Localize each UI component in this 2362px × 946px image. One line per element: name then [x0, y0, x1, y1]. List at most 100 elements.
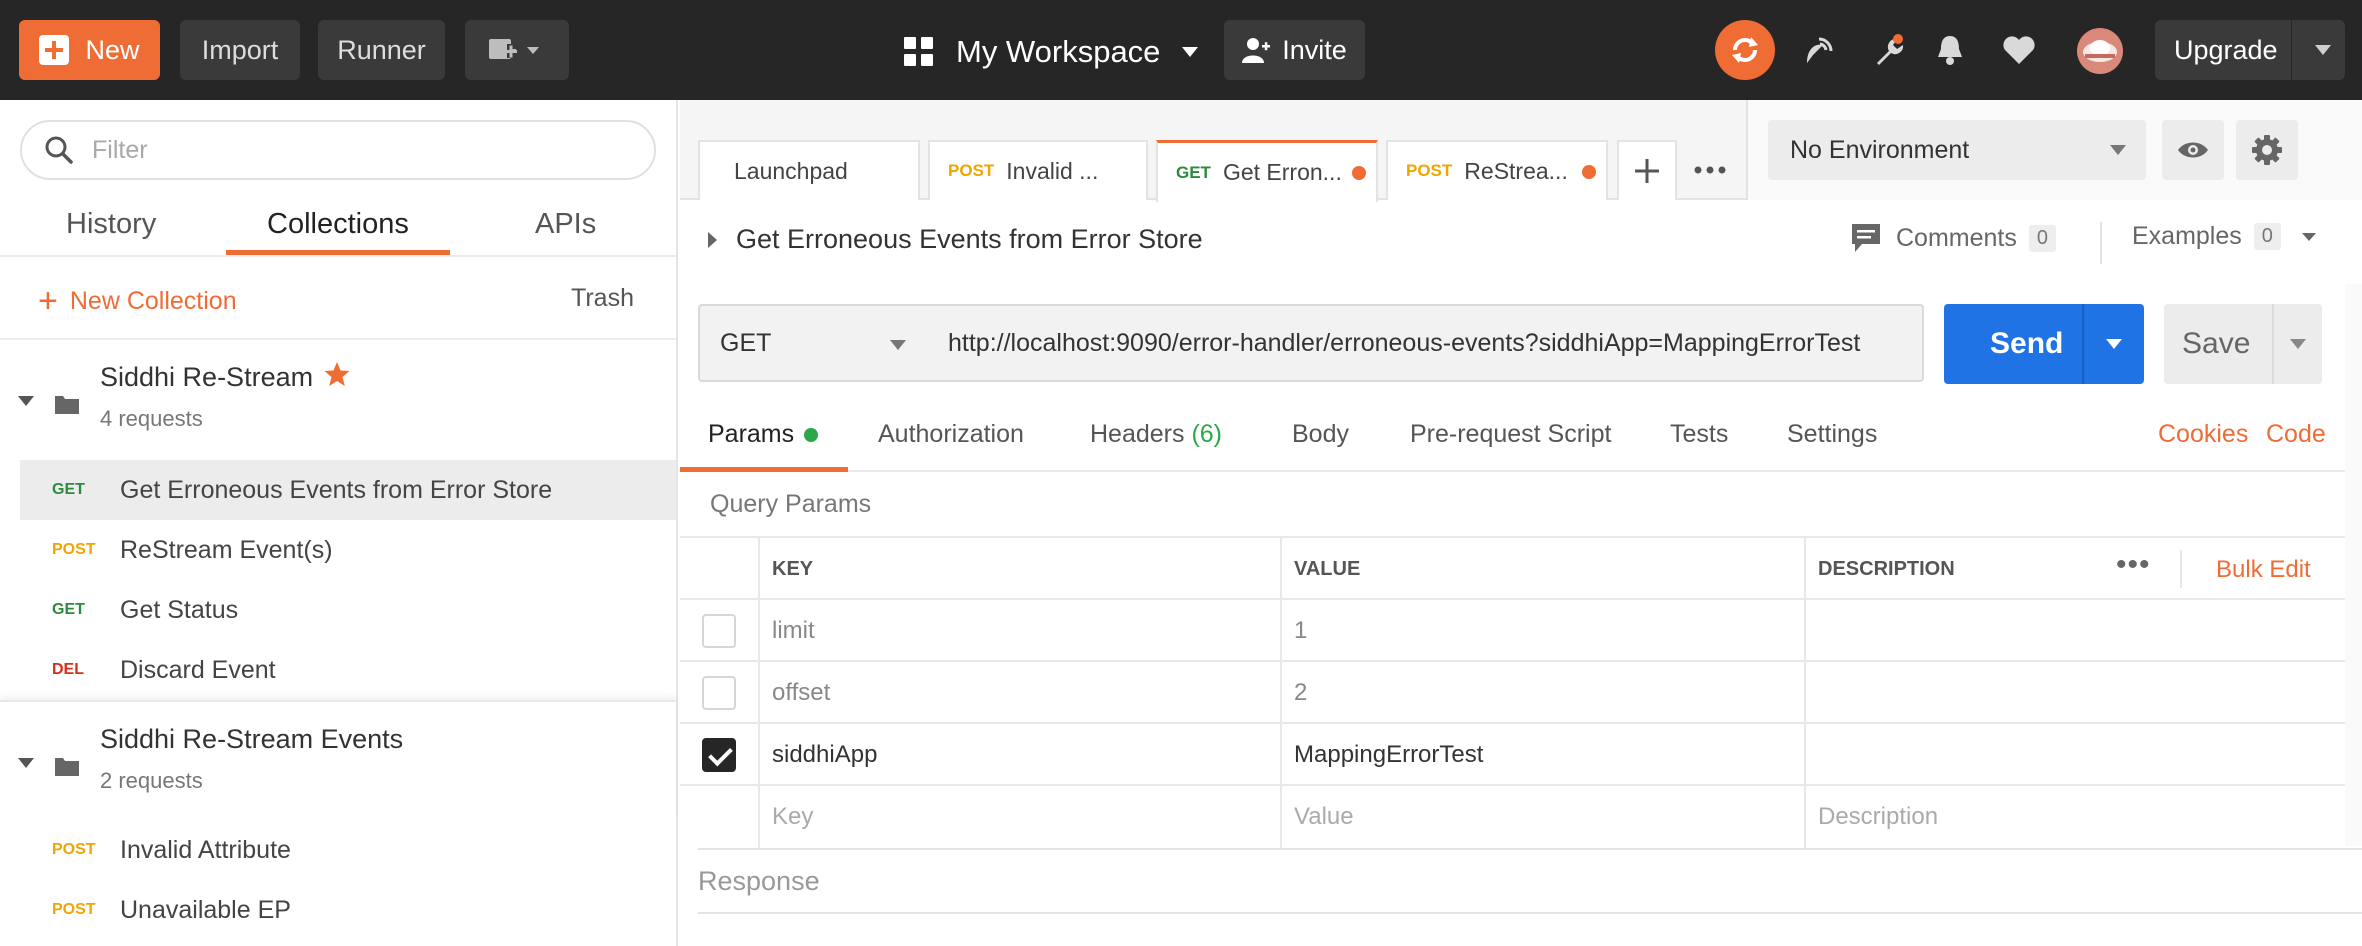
caret-down-icon[interactable]: [18, 396, 34, 406]
request-name: Unavailable EP: [120, 895, 291, 924]
new-description-input[interactable]: Description: [1806, 786, 2345, 848]
chevron-down-icon[interactable]: [2290, 339, 2306, 349]
environment-name: No Environment: [1790, 135, 1970, 164]
star-icon[interactable]: [323, 360, 351, 388]
param-description[interactable]: [1806, 662, 2345, 724]
filter-input[interactable]: Filter: [20, 120, 656, 180]
save-button[interactable]: Save: [2164, 304, 2322, 384]
trash-button[interactable]: Trash: [571, 284, 634, 313]
column-header-description-label: DESCRIPTION: [1818, 557, 1955, 580]
new-button[interactable]: New: [19, 20, 160, 80]
table-row: siddhiApp MappingErrorTest: [680, 722, 2345, 786]
method-badge: DEL: [52, 661, 84, 678]
wrench-icon[interactable]: [1868, 30, 1908, 70]
row-checkbox[interactable]: [702, 676, 736, 710]
more-icon[interactable]: •••: [2116, 550, 2151, 580]
bulk-edit-link[interactable]: Bulk Edit: [2216, 556, 2311, 584]
new-window-button[interactable]: [465, 20, 569, 80]
tab-collections[interactable]: Collections: [267, 208, 409, 241]
row-checkbox[interactable]: [702, 614, 736, 648]
caret-down-icon[interactable]: [18, 758, 34, 768]
import-button[interactable]: Import: [180, 20, 300, 80]
add-tab-button[interactable]: [1617, 140, 1677, 200]
examples-button[interactable]: Examples 0: [2132, 222, 2317, 251]
tab-tests[interactable]: Tests: [1670, 420, 1728, 449]
environment-select[interactable]: No Environment: [1768, 120, 2146, 180]
collection-name: Siddhi Re-Stream: [100, 362, 314, 392]
avatar[interactable]: [2077, 28, 2123, 74]
tab-more-button[interactable]: [1681, 140, 1739, 200]
divider: [0, 255, 676, 257]
method-badge: POST: [948, 161, 995, 180]
heart-icon[interactable]: [1999, 30, 2039, 70]
param-key[interactable]: siddhiApp: [760, 724, 1282, 786]
tab-invalid-attribute[interactable]: POST Invalid ...: [928, 140, 1148, 200]
row-checkbox[interactable]: [702, 738, 736, 772]
sync-icon[interactable]: [1715, 20, 1775, 80]
request-name: Get Status: [120, 595, 239, 624]
new-collection-button[interactable]: + New Collection: [38, 284, 237, 318]
request-item[interactable]: GET Get Erroneous Events from Error Stor…: [20, 460, 676, 520]
param-key[interactable]: offset: [760, 662, 1282, 724]
runner-button[interactable]: Runner: [318, 20, 445, 80]
param-description[interactable]: [1806, 724, 2345, 786]
request-item[interactable]: POST ReStream Event(s): [20, 520, 676, 580]
collection-header[interactable]: Siddhi Re-Stream Events 2 requests: [0, 700, 676, 818]
code-link[interactable]: Code: [2266, 420, 2326, 449]
environment-quick-look-button[interactable]: [2162, 120, 2224, 180]
request-item[interactable]: POST Invalid Attribute: [20, 820, 676, 880]
upgrade-button[interactable]: Upgrade: [2155, 20, 2345, 80]
tab-apis[interactable]: APIs: [535, 208, 596, 241]
bell-icon[interactable]: [1930, 30, 1970, 70]
tab-restream-events[interactable]: POST ReStrea...: [1386, 140, 1608, 200]
save-separator: [2272, 304, 2274, 384]
send-button[interactable]: Send: [1944, 304, 2144, 384]
tab-pre-request-script[interactable]: Pre-request Script: [1410, 420, 1611, 449]
tab-authorization[interactable]: Authorization: [878, 420, 1024, 449]
tab-body[interactable]: Body: [1292, 420, 1349, 449]
request-item[interactable]: DEL Discard Event: [20, 640, 676, 700]
scrollbar[interactable]: [2345, 284, 2362, 846]
request-item[interactable]: GET Get Status: [20, 580, 676, 640]
collection-name: Siddhi Re-Stream Events: [100, 724, 404, 754]
column-header-value: VALUE: [1282, 538, 1806, 600]
collection-header[interactable]: Siddhi Re-Stream 4 requests: [0, 340, 676, 458]
collection-count: 2 requests: [100, 768, 203, 793]
invite-button-label: Invite: [1282, 34, 1347, 65]
param-value[interactable]: MappingErrorTest: [1282, 724, 1806, 786]
request-title[interactable]: Get Erroneous Events from Error Store: [736, 224, 1203, 255]
caret-right-icon[interactable]: [708, 232, 717, 248]
tab-launchpad[interactable]: Launchpad: [698, 140, 920, 200]
manage-environments-button[interactable]: [2236, 120, 2298, 180]
param-key[interactable]: limit: [760, 600, 1282, 662]
invite-button[interactable]: Invite: [1224, 20, 1365, 80]
tab-label: Launchpad: [734, 157, 848, 184]
folder-icon: [55, 396, 79, 414]
url-input[interactable]: http://localhost:9090/error-handler/erro…: [928, 304, 1924, 382]
new-key-input[interactable]: Key: [760, 786, 1282, 848]
upgrade-separator: [2291, 20, 2292, 80]
chevron-down-icon: [890, 340, 906, 350]
param-description[interactable]: [1806, 600, 2345, 662]
param-value[interactable]: 1: [1282, 600, 1806, 662]
tab-headers[interactable]: Headers (6): [1090, 420, 1222, 449]
param-value[interactable]: 2: [1282, 662, 1806, 724]
method-select[interactable]: GET: [698, 304, 930, 382]
workspace-selector[interactable]: My Workspace: [904, 24, 1200, 80]
comments-count: 0: [2028, 224, 2056, 252]
new-value-input[interactable]: Value: [1282, 786, 1806, 848]
cookies-link[interactable]: Cookies: [2158, 420, 2248, 449]
request-item[interactable]: POST Unavailable EP: [20, 880, 676, 940]
chevron-down-icon[interactable]: [2313, 44, 2333, 56]
tab-settings[interactable]: Settings: [1787, 420, 1877, 449]
chevron-down-icon[interactable]: [2106, 339, 2122, 349]
unsaved-dot: [1352, 166, 1366, 180]
eye-icon: [2178, 142, 2208, 158]
tab-history[interactable]: History: [66, 208, 156, 241]
satellite-icon[interactable]: [1800, 30, 1840, 70]
comments-button[interactable]: Comments 0: [1850, 222, 2056, 254]
tab-get-erroneous-events[interactable]: GET Get Erron...: [1156, 140, 1378, 202]
send-button-label: Send: [1990, 327, 2064, 360]
tab-params[interactable]: Params: [708, 420, 819, 449]
comments-label: Comments: [1896, 223, 2017, 252]
